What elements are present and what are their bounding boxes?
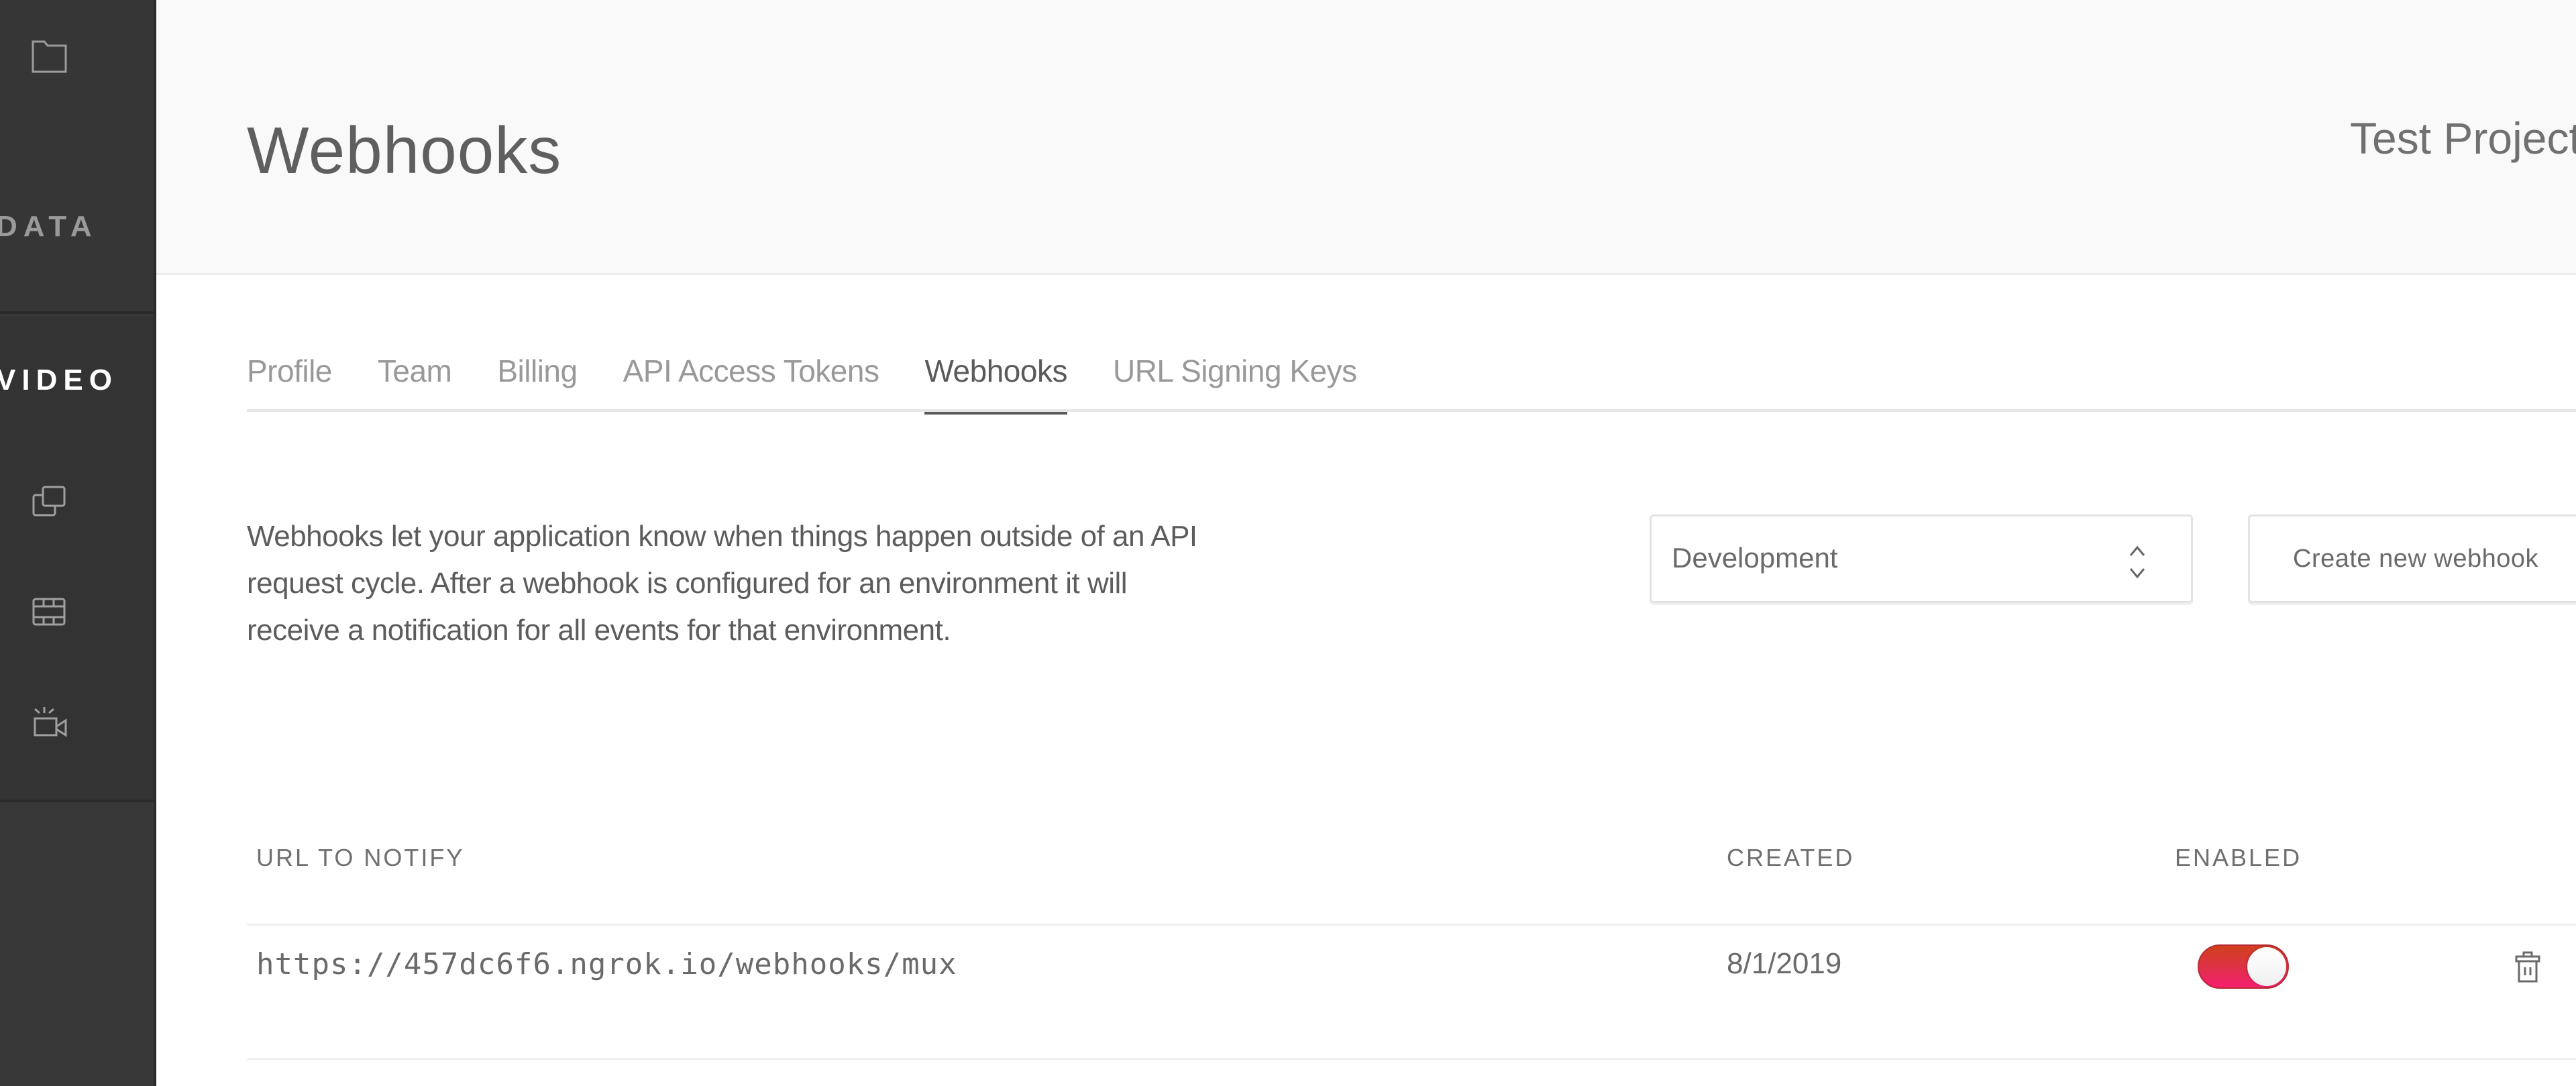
folder-icon xyxy=(32,40,67,73)
sidebar-data-section: DATA xyxy=(0,0,154,314)
environment-select-value: Development xyxy=(1672,542,1838,574)
column-header-created: CREATED xyxy=(1727,844,1855,871)
project-switcher[interactable]: Test Project xyxy=(2350,113,2576,164)
webhook-created-date: 8/1/2019 xyxy=(1727,947,1842,980)
tab-profile[interactable]: Profile xyxy=(247,347,332,412)
create-webhook-button[interactable]: Create new webhook xyxy=(2248,514,2576,603)
table-header: URL TO NOTIFY CREATED ENABLED xyxy=(247,818,2576,926)
tab-billing[interactable]: Billing xyxy=(497,347,578,412)
assets-icon xyxy=(32,486,66,517)
page-title: Webhooks xyxy=(247,113,562,187)
toggle-knob xyxy=(2247,947,2286,986)
tab-team[interactable]: Team xyxy=(378,347,452,412)
webhooks-table: URL TO NOTIFY CREATED ENABLED https://45… xyxy=(247,818,2576,1060)
sidebar-item-folder[interactable] xyxy=(31,39,68,74)
app: DATA VIDEO Webhooks Test Project Profile… xyxy=(0,0,2576,1086)
sidebar-section-video-label[interactable]: VIDEO xyxy=(0,364,118,397)
column-header-enabled: ENABLED xyxy=(2175,844,2302,871)
table-row: https://457dc6f6.ngrok.io/webhooks/mux 8… xyxy=(247,926,2576,1060)
environment-select[interactable]: Development xyxy=(1650,514,2193,603)
film-strip-icon xyxy=(32,598,66,626)
tab-api-access-tokens[interactable]: API Access Tokens xyxy=(623,347,879,412)
webhook-url: https://457dc6f6.ngrok.io/webhooks/mux xyxy=(256,947,957,981)
live-camera-icon xyxy=(34,707,67,737)
sidebar: DATA VIDEO xyxy=(0,0,156,1086)
tab-url-signing-keys[interactable]: URL Signing Keys xyxy=(1113,347,1357,412)
sidebar-item-videos[interactable] xyxy=(31,595,68,630)
trash-icon[interactable] xyxy=(2514,951,2541,983)
settings-tabs: Profile Team Billing API Access Tokens W… xyxy=(247,347,2576,415)
sidebar-item-live-streams[interactable] xyxy=(31,706,68,741)
chevron-up-down-icon xyxy=(2129,545,2145,579)
webhooks-description: Webhooks let your application know when … xyxy=(247,520,1197,647)
page-header: Webhooks Test Project xyxy=(156,0,2576,275)
tab-webhooks[interactable]: Webhooks xyxy=(924,347,1067,415)
webhook-enabled-toggle[interactable] xyxy=(2198,944,2289,989)
sidebar-item-assets[interactable] xyxy=(31,484,68,519)
sidebar-video-section: VIDEO xyxy=(0,317,154,802)
sidebar-section-data-label[interactable]: DATA xyxy=(0,210,98,243)
column-header-url: URL TO NOTIFY xyxy=(256,844,465,871)
